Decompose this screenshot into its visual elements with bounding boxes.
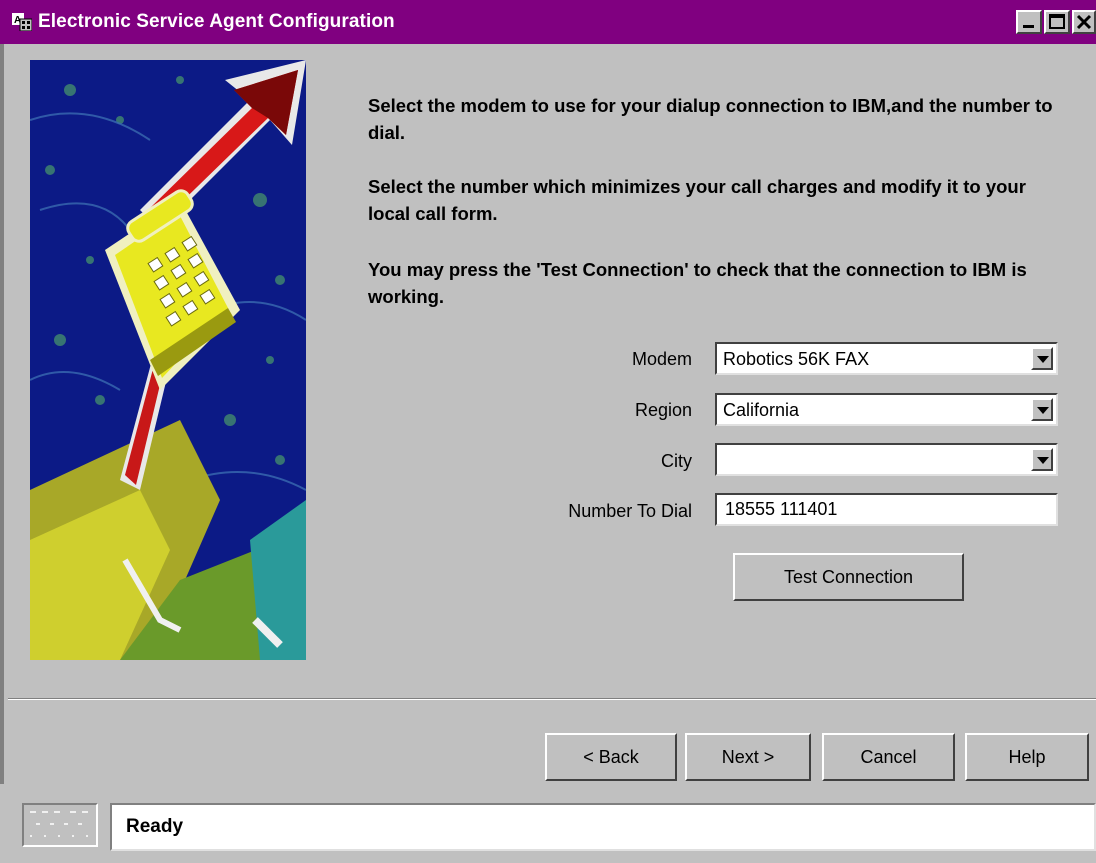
status-text: Ready [126, 816, 184, 837]
telephone-illustration [30, 60, 306, 660]
separator [8, 698, 1096, 700]
test-connection-button[interactable]: Test Connection [733, 553, 964, 601]
status-icon [22, 803, 98, 847]
status-dots-icon [30, 811, 88, 837]
app-icon: A [12, 13, 32, 31]
region-dropdown-button[interactable] [1031, 398, 1053, 421]
maximize-button[interactable] [1044, 10, 1070, 34]
title-bar[interactable]: A Electronic Service Agent Configuration [0, 0, 1096, 44]
instruction-3: You may press the 'Test Connection' to c… [368, 259, 1027, 307]
chevron-down-icon [1037, 407, 1049, 414]
modem-value: Robotics 56K FAX [723, 349, 870, 369]
modem-label: Modem [631, 349, 692, 369]
back-button[interactable]: < Back [545, 733, 677, 781]
modem-dropdown[interactable]: Robotics 56K FAX [715, 342, 1058, 375]
minimize-button[interactable] [1016, 10, 1042, 34]
close-button[interactable] [1072, 10, 1096, 34]
next-button[interactable]: Next > [685, 733, 811, 781]
region-value: California [723, 400, 800, 420]
number-to-dial-field[interactable]: 18555 111401 [715, 493, 1058, 526]
region-label: Region [634, 400, 692, 420]
city-label: City [661, 451, 692, 471]
cancel-button[interactable]: Cancel [822, 733, 955, 781]
chevron-down-icon [1037, 356, 1049, 363]
help-button[interactable]: Help [965, 733, 1089, 781]
city-dropdown-button[interactable] [1031, 448, 1053, 471]
region-dropdown[interactable]: California [715, 393, 1058, 426]
maximize-icon [1049, 14, 1065, 29]
minimize-icon [1023, 25, 1034, 28]
window-title: Electronic Service Agent Configuration [38, 11, 395, 32]
instruction-1: Select the modem to use for your dialup … [368, 95, 1053, 143]
config-window: A Electronic Service Agent Configuration [0, 0, 1096, 863]
close-icon [1076, 14, 1092, 30]
status-field: Ready [110, 803, 1096, 851]
window-frame-edge [0, 44, 4, 784]
modem-dropdown-button[interactable] [1031, 347, 1053, 370]
chevron-down-icon [1037, 457, 1049, 464]
instruction-2: Select the number which minimizes your c… [368, 176, 1026, 224]
number-to-dial-label: Number To Dial [568, 501, 692, 521]
city-dropdown[interactable] [715, 443, 1058, 476]
